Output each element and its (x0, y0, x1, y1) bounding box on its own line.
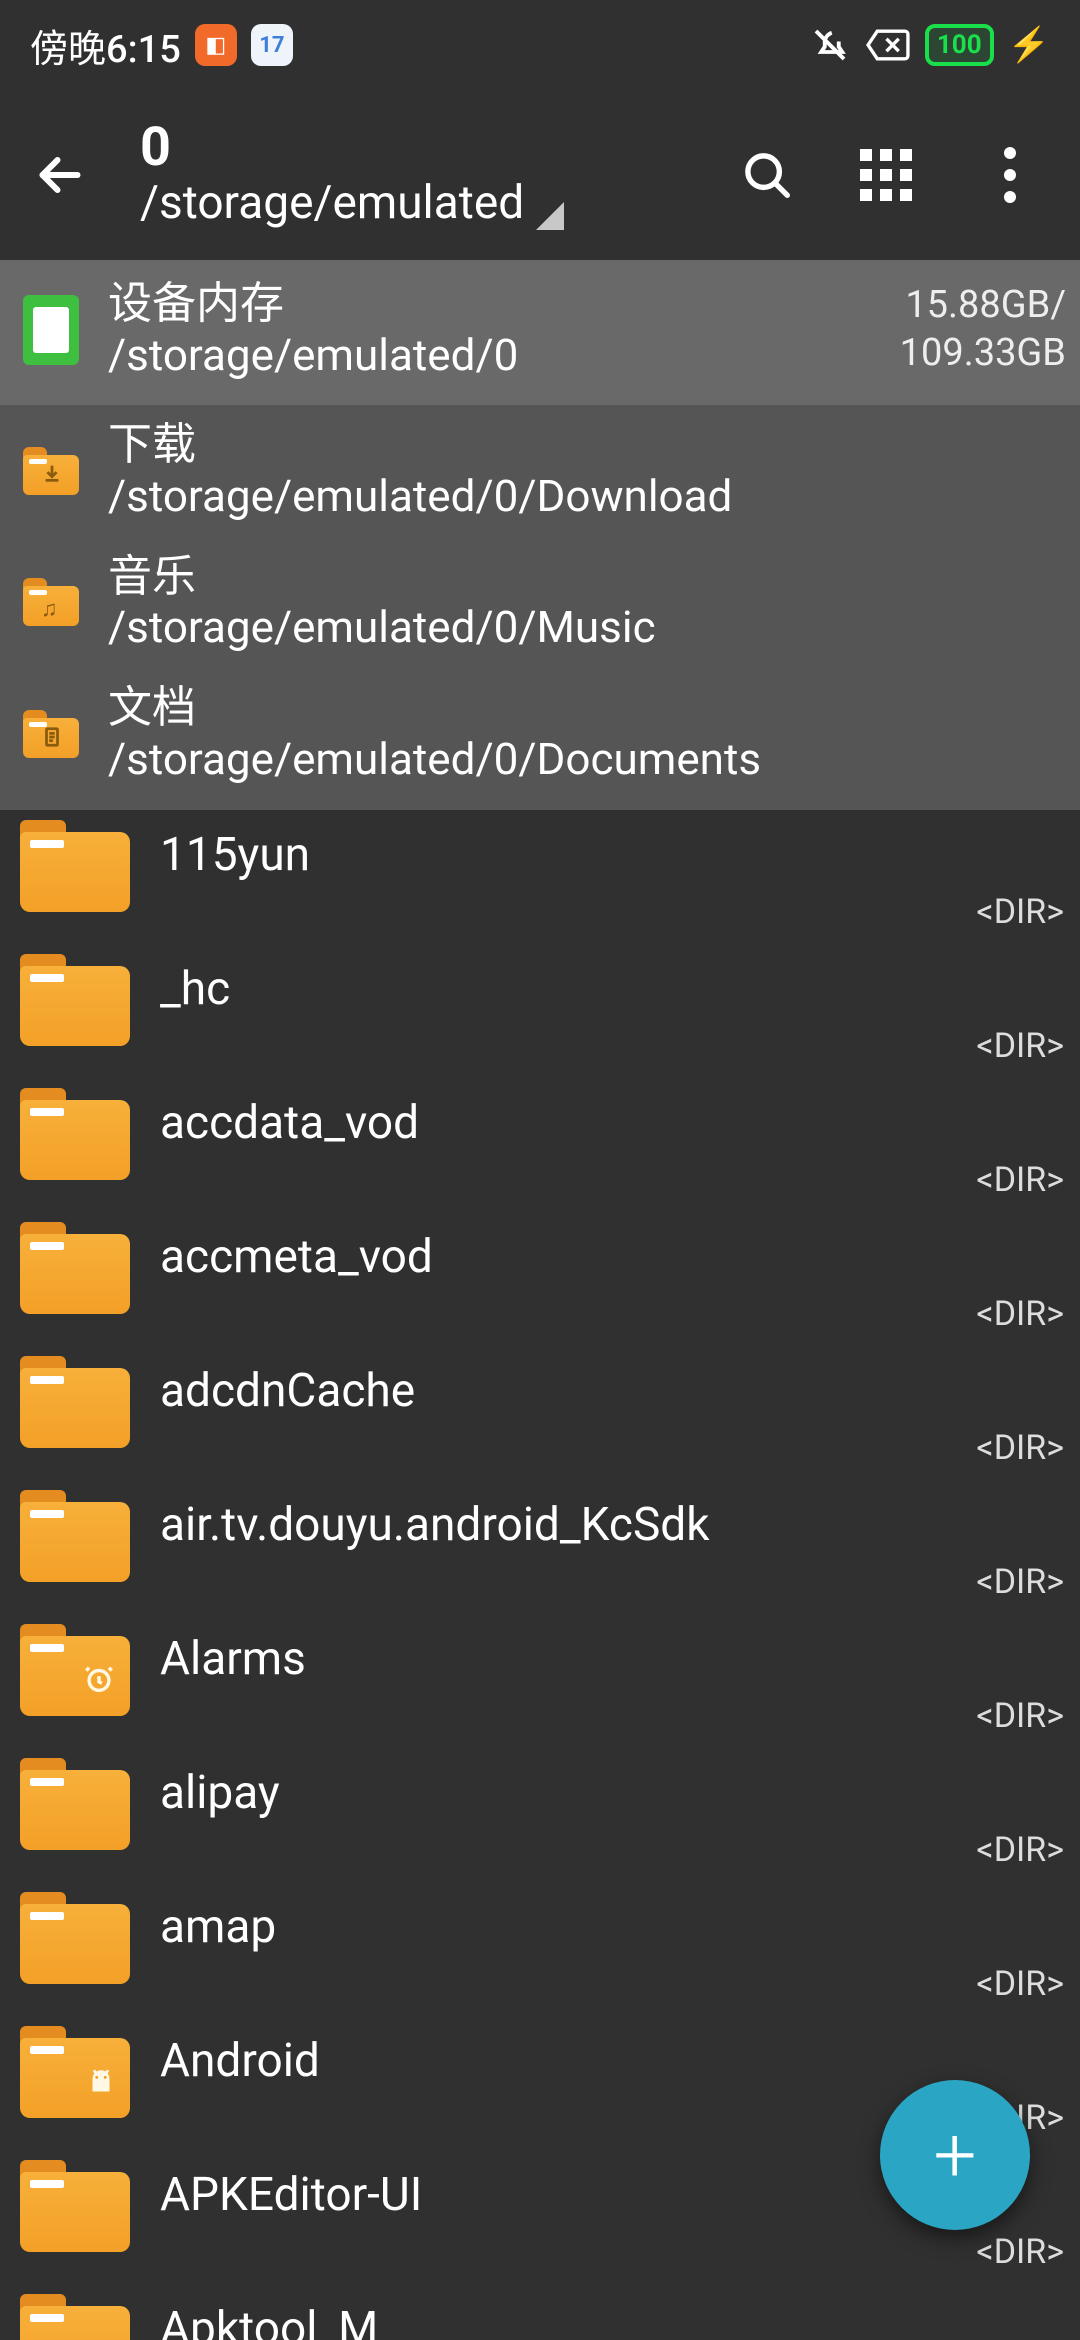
item-name: accdata_vod (160, 1088, 946, 1150)
item-name: Alarms (160, 1624, 946, 1686)
list-item[interactable]: air.tv.douyu.android_KcSdk <DIR> (0, 1480, 1080, 1614)
folder-icon (20, 2026, 130, 2118)
current-folder-name: 0 (140, 120, 710, 177)
add-fab[interactable]: + (880, 2080, 1030, 2230)
download-folder-icon (20, 440, 82, 502)
list-item[interactable]: Apktool_M<DIR> (0, 2284, 1080, 2340)
item-name: accmeta_vod (160, 1222, 946, 1284)
list-item[interactable]: adcdnCache <DIR> (0, 1346, 1080, 1480)
item-type: <DIR> (976, 1160, 1064, 1206)
item-name: amap (160, 1892, 946, 1954)
alarm-overlay-icon (82, 1662, 116, 1704)
storage-device-item[interactable]: 设备内存 /storage/emulated/0 15.88GB/ 109.33… (0, 260, 1080, 405)
item-name: alipay (160, 1758, 946, 1820)
item-type: <DIR> (976, 892, 1064, 938)
back-button[interactable] (30, 145, 110, 205)
folder-icon (20, 1356, 130, 1448)
item-type: <DIR> (976, 1964, 1064, 2010)
item-name: _hc (160, 954, 946, 1016)
item-name: 115yun (160, 820, 946, 882)
documents-folder-icon (20, 703, 82, 765)
list-item[interactable]: Alarms <DIR> (0, 1614, 1080, 1748)
item-name: adcdnCache (160, 1356, 946, 1418)
storage-label: 设备内存 (108, 278, 874, 329)
item-name: air.tv.douyu.android_KcSdk (160, 1490, 946, 1552)
status-bar: 傍晚6:15 ◧ 17 100 ⚡ (0, 0, 1080, 90)
plus-icon: + (934, 2110, 977, 2200)
current-folder-path: /storage/emulated (140, 176, 524, 230)
item-type: <DIR> (976, 1294, 1064, 1340)
shortcut-download[interactable]: 下载 /storage/emulated/0/Download (0, 405, 1080, 536)
folder-icon (20, 820, 130, 912)
folder-icon (20, 1088, 130, 1180)
item-type: <DIR> (976, 2232, 1064, 2278)
clear-input-icon (865, 27, 911, 63)
android-overlay-icon (84, 2066, 118, 2108)
charging-icon: ⚡ (1008, 25, 1050, 65)
shortcut-label: 下载 (108, 419, 1060, 470)
view-grid-button[interactable] (860, 149, 920, 201)
folder-icon (20, 2294, 130, 2340)
list-item[interactable]: accdata_vod <DIR> (0, 1078, 1080, 1212)
app-bar: 0 /storage/emulated (0, 90, 1080, 260)
path-dropdown[interactable]: 0 /storage/emulated (140, 120, 710, 231)
item-type: <DIR> (976, 1428, 1064, 1474)
kebab-icon (980, 147, 1040, 203)
shortcut-music[interactable]: ♫ 音乐 /storage/emulated/0/Music (0, 537, 1080, 668)
folder-icon (20, 1222, 130, 1314)
shortcut-path: /storage/emulated/0/Download (108, 470, 1060, 523)
notification-app-icon: ◧ (195, 24, 237, 66)
shortcut-path: /storage/emulated/0/Music (108, 601, 1060, 654)
list-item[interactable]: 115yun <DIR> (0, 810, 1080, 944)
item-type: <DIR> (976, 1562, 1064, 1608)
list-item[interactable]: amap <DIR> (0, 1882, 1080, 2016)
storage-usage: 15.88GB/ 109.33GB (900, 282, 1066, 377)
folder-icon (20, 1892, 130, 1984)
folder-icon (20, 1490, 130, 1582)
search-button[interactable] (740, 148, 800, 202)
item-name: Apktool_M (160, 2294, 946, 2340)
grid-icon (860, 149, 920, 201)
storage-path: /storage/emulated/0 (108, 329, 874, 382)
list-item[interactable]: _hc <DIR> (0, 944, 1080, 1078)
calendar-notification-icon: 17 (251, 24, 293, 66)
battery-indicator: 100 (925, 24, 994, 66)
status-time: 傍晚6:15 (30, 18, 181, 73)
storage-dropdown-panel: 设备内存 /storage/emulated/0 15.88GB/ 109.33… (0, 260, 1080, 810)
folder-icon (20, 954, 130, 1046)
list-item[interactable]: alipay <DIR> (0, 1748, 1080, 1882)
list-item[interactable]: accmeta_vod <DIR> (0, 1212, 1080, 1346)
item-name: Android (160, 2026, 946, 2088)
music-folder-icon: ♫ (20, 571, 82, 633)
overflow-menu-button[interactable] (980, 147, 1040, 203)
folder-icon (20, 1758, 130, 1850)
mute-icon (809, 24, 851, 66)
item-type: <DIR> (976, 1830, 1064, 1876)
folder-icon (20, 2160, 130, 2252)
shortcut-label: 音乐 (108, 551, 1060, 602)
item-name: APKEditor-UI (160, 2160, 946, 2222)
shortcut-label: 文档 (108, 682, 1060, 733)
shortcut-documents[interactable]: 文档 /storage/emulated/0/Documents (0, 668, 1080, 799)
item-type: <DIR> (976, 1026, 1064, 1072)
folder-icon (20, 1624, 130, 1716)
dropdown-arrow-icon (536, 202, 564, 230)
internal-storage-icon (20, 299, 82, 361)
shortcut-path: /storage/emulated/0/Documents (108, 733, 1060, 786)
item-type: <DIR> (976, 1696, 1064, 1742)
